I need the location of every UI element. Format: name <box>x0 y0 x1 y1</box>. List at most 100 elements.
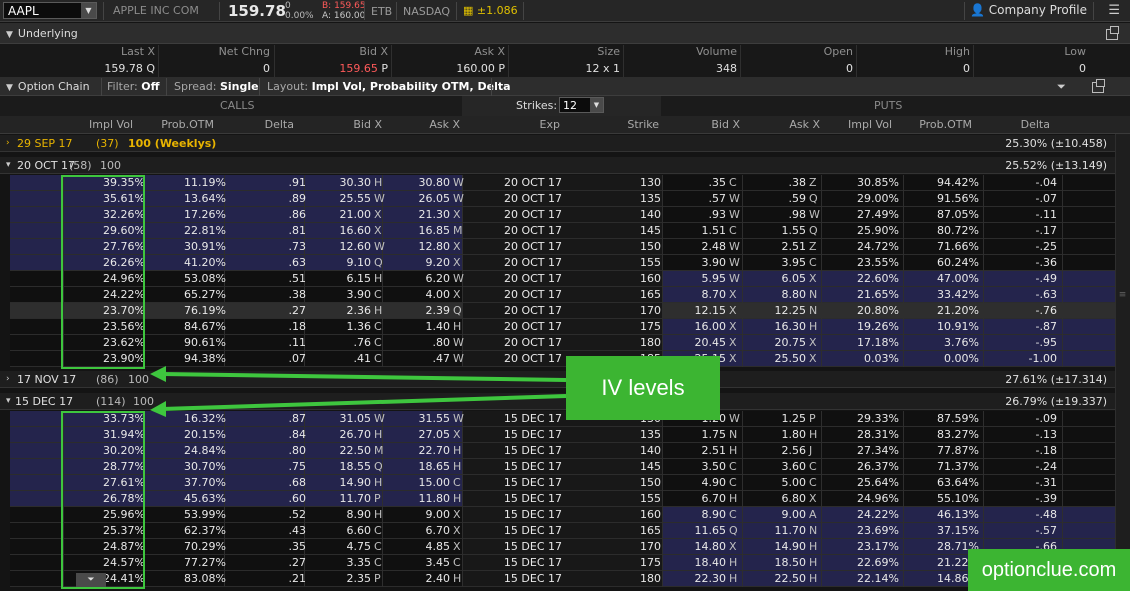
call-bid[interactable]: 25.55 <box>340 192 372 205</box>
col-call-bid[interactable]: Bid X <box>353 118 382 131</box>
expiration-group-15dec[interactable]: ▾ 15 DEC 17 (114) 100 26.79% (±19.337) <box>0 393 1115 410</box>
call-bid[interactable]: .41 <box>354 352 372 365</box>
col-call-impl-vol[interactable]: Impl Vol <box>89 118 133 131</box>
call-ask[interactable]: 1.40 <box>426 320 451 333</box>
put-bid-exch[interactable]: Q <box>729 524 738 537</box>
put-bid[interactable]: 8.90 <box>702 508 727 521</box>
call-bid[interactable]: 12.60 <box>340 240 372 253</box>
put-bid-exch[interactable]: H <box>729 572 737 585</box>
put-bid-exch[interactable]: H <box>729 556 737 569</box>
option-row-strike-145[interactable]: 29.60% 22.81% .81 16.60 X 16.85 M 20 OCT 17 145 1… <box>10 223 1115 239</box>
option-row-strike-130[interactable]: 33.73%16.32%.8731.05W31.55W15 DEC 171301… <box>10 411 1115 427</box>
option-row-strike-165[interactable]: 25.37% 62.37% .43 6.60 C 6.70 X 15 DEC 17 165 11.… <box>10 523 1115 539</box>
strikes-selector[interactable]: 12 ▼ <box>559 97 604 113</box>
call-bid-exch[interactable]: C <box>374 352 382 365</box>
call-bid[interactable]: 16.60 <box>340 224 372 237</box>
put-bid-exch[interactable]: C <box>729 508 737 521</box>
call-bid-exch[interactable]: P <box>374 492 381 505</box>
put-ask-exch[interactable]: C <box>809 256 817 269</box>
call-bid-exch[interactable]: H <box>374 428 382 441</box>
put-ask-exch[interactable]: C <box>809 460 817 473</box>
put-bid[interactable]: 2.48 <box>702 240 727 253</box>
spread-selector[interactable]: Spread: Single <box>174 80 259 93</box>
call-ask[interactable]: 30.80 <box>419 176 451 189</box>
option-row-strike-165[interactable]: 24.22% 65.27% .38 3.90 C 4.00 X 20 OCT 17 165 8.7… <box>10 287 1115 303</box>
option-row-strike-185[interactable]: 23.90%94.38%.07.41C.47W20 OCT 1718525.15… <box>10 351 1115 367</box>
call-ask[interactable]: 22.70 <box>419 444 451 457</box>
menu-icon[interactable]: ☰ <box>1108 3 1120 18</box>
call-ask[interactable]: 3.45 <box>426 556 451 569</box>
option-row-strike-170[interactable]: 23.70% 76.19% .27 2.36 H 2.39 Q 20 OCT 17 170 12.… <box>10 303 1115 319</box>
chevron-right-icon[interactable]: › <box>6 374 10 384</box>
call-bid[interactable]: 14.90 <box>340 476 372 489</box>
call-bid[interactable]: 6.15 <box>347 272 372 285</box>
call-bid[interactable]: 31.05 <box>340 412 372 425</box>
put-bid-exch[interactable]: C <box>729 176 737 189</box>
call-bid[interactable]: 18.55 <box>340 460 372 473</box>
put-ask[interactable]: 3.95 <box>782 256 807 269</box>
call-ask-exch[interactable]: X <box>453 524 461 537</box>
call-bid-exch[interactable]: C <box>374 288 382 301</box>
call-bid[interactable]: 11.70 <box>340 492 372 505</box>
option-row-strike-135[interactable]: 31.94% 20.15% .84 26.70 H 27.05 X 15 DEC 17 135 1… <box>10 427 1115 443</box>
call-bid-exch[interactable]: X <box>374 208 382 221</box>
call-bid[interactable]: .76 <box>354 336 372 349</box>
call-bid-exch[interactable]: W <box>374 412 385 425</box>
put-bid-exch[interactable]: C <box>729 224 737 237</box>
option-chain-toggle[interactable]: ▼ Option Chain <box>6 80 90 93</box>
col-put-delta[interactable]: Delta <box>1021 118 1050 131</box>
call-bid-exch[interactable]: C <box>374 524 382 537</box>
put-ask-exch[interactable]: H <box>809 428 817 441</box>
call-ask[interactable]: 4.85 <box>426 540 451 553</box>
put-bid-exch[interactable]: N <box>729 428 737 441</box>
call-ask-exch[interactable]: H <box>453 444 461 457</box>
put-ask[interactable]: .98 <box>789 208 807 221</box>
call-ask-exch[interactable]: X <box>453 508 461 521</box>
layout-selector[interactable]: Layout: Impl Vol, Probability OTM, Delta <box>267 80 511 93</box>
call-ask[interactable]: 15.00 <box>419 476 451 489</box>
call-ask-exch[interactable]: X <box>453 240 461 253</box>
put-ask[interactable]: 8.80 <box>782 288 807 301</box>
call-bid-exch[interactable]: X <box>374 224 382 237</box>
put-bid[interactable]: 11.65 <box>695 524 727 537</box>
call-ask-exch[interactable]: C <box>453 556 461 569</box>
popout-icon[interactable] <box>1092 79 1105 93</box>
option-row-strike-155[interactable]: 26.26% 41.20% .63 9.10 Q 9.20 X 20 OCT 17 155 3.9… <box>10 255 1115 271</box>
call-ask-exch[interactable]: X <box>453 540 461 553</box>
option-row-strike-160[interactable]: 25.96% 53.99% .52 8.90 H 9.00 X 15 DEC 17 160 8.9… <box>10 507 1115 523</box>
put-bid[interactable]: 20.45 <box>695 336 727 349</box>
put-bid[interactable]: 3.90 <box>702 256 727 269</box>
call-bid[interactable]: 1.36 <box>347 320 372 333</box>
put-ask[interactable]: 12.25 <box>775 304 807 317</box>
call-ask[interactable]: 2.40 <box>426 572 451 585</box>
call-bid-exch[interactable]: H <box>374 304 382 317</box>
call-ask[interactable]: 9.20 <box>426 256 451 269</box>
put-ask-exch[interactable]: X <box>809 272 817 285</box>
call-ask-exch[interactable]: H <box>453 460 461 473</box>
put-ask[interactable]: 11.70 <box>775 524 807 537</box>
call-ask[interactable]: 18.65 <box>419 460 451 473</box>
call-bid[interactable]: 8.90 <box>347 508 372 521</box>
call-bid[interactable]: 22.50 <box>340 444 372 457</box>
call-bid-exch[interactable]: Q <box>374 256 383 269</box>
put-ask-exch[interactable]: A <box>809 508 817 521</box>
call-ask[interactable]: 4.00 <box>426 288 451 301</box>
call-bid[interactable]: 30.30 <box>340 176 372 189</box>
put-bid-exch[interactable]: W <box>729 272 740 285</box>
expiration-group-29sep[interactable]: › 29 SEP 17 (37) 100 (Weeklys) 25.30% (±… <box>0 135 1115 152</box>
underlying-section-header[interactable]: ▼ Underlying <box>0 23 1130 44</box>
call-bid[interactable]: 21.00 <box>340 208 372 221</box>
put-bid[interactable]: 5.95 <box>702 272 727 285</box>
put-bid[interactable]: 2.51 <box>702 444 727 457</box>
option-row-strike-150[interactable]: 27.76% 30.91% .73 12.60 W 12.80 X 20 OCT 17 150 2… <box>10 239 1115 255</box>
put-ask-exch[interactable]: X <box>809 352 817 365</box>
option-row-strike-145[interactable]: 28.77% 30.70% .75 18.55 Q 18.65 H 15 DEC 17 145 3… <box>10 459 1115 475</box>
put-bid-exch[interactable]: X <box>729 336 737 349</box>
call-bid-exch[interactable]: P <box>374 572 381 585</box>
put-ask-exch[interactable]: H <box>809 572 817 585</box>
put-bid[interactable]: 1.51 <box>702 224 727 237</box>
put-bid[interactable]: .93 <box>709 208 727 221</box>
col-call-prob-otm[interactable]: Prob.OTM <box>161 118 214 131</box>
call-bid[interactable]: 9.10 <box>347 256 372 269</box>
put-ask-exch[interactable]: J <box>809 444 812 457</box>
